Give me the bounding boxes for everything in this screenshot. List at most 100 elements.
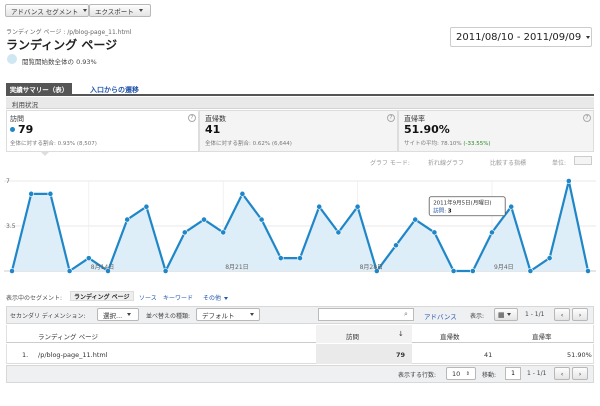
chart-point[interactable] <box>585 268 591 274</box>
rows-per-page-select[interactable]: 10 ⇕ <box>446 367 476 380</box>
chevron-down-icon <box>224 297 229 300</box>
tab-divider <box>6 94 594 96</box>
chart-point[interactable] <box>9 268 15 274</box>
chart-point[interactable] <box>143 203 150 210</box>
grid-view-icon: ▦ <box>498 310 505 319</box>
next-page-button[interactable]: › <box>572 308 588 321</box>
search-icon[interactable]: ⌕ <box>404 310 408 319</box>
table-search-input[interactable] <box>318 308 414 321</box>
chevron-left-icon: ‹ <box>560 369 564 378</box>
sort-default-label: デフォルト <box>202 311 235 320</box>
unit-selector[interactable] <box>574 156 592 165</box>
metric-sub-average: サイトの平均: 78.10% (-33.55%) <box>404 139 491 147</box>
date-range-text: 2011/08/10 - 2011/09/09 <box>456 31 582 43</box>
chevron-down-icon <box>250 313 254 316</box>
chart-point[interactable] <box>47 190 54 197</box>
compare-metric-option[interactable]: 比較する指標 <box>490 158 526 167</box>
sort-arrow-down-icon: ↓ <box>398 330 404 338</box>
chart-point[interactable] <box>565 178 572 184</box>
x-tick-label: 8月14日 <box>91 264 114 271</box>
help-icon[interactable]: ? <box>188 114 196 122</box>
chevron-down-icon <box>586 35 591 39</box>
segment-link-keyword[interactable]: キーワード <box>163 293 193 302</box>
goto-label: 移動: <box>482 372 497 379</box>
row-bounces: 41 <box>484 351 493 359</box>
row-index: 1. <box>22 351 29 359</box>
chart-point[interactable] <box>393 242 399 249</box>
chart-point[interactable] <box>277 255 284 262</box>
chart-point[interactable] <box>220 229 227 236</box>
chevron-down-icon <box>127 313 132 316</box>
chart-point[interactable] <box>354 203 361 210</box>
export-label: エクスポート <box>95 7 134 16</box>
chart-point[interactable] <box>297 255 303 262</box>
chart-point[interactable] <box>469 268 476 274</box>
chart-point[interactable] <box>508 203 515 210</box>
segment-label: 表示中のセグメント: <box>6 295 63 302</box>
prev-page-button[interactable]: ‹ <box>554 308 570 321</box>
footer-next-page-button[interactable]: › <box>572 367 588 380</box>
metric-value: 51.90% <box>404 123 450 136</box>
selected-pointer <box>40 151 50 156</box>
site-average-text: サイトの平均: 78.10% <box>404 141 462 147</box>
segment-active-landing[interactable]: ランディング ページ <box>70 291 134 301</box>
advanced-filter-link[interactable]: アドバンス <box>424 311 457 321</box>
row-landing-page[interactable]: /p/blog-page_11.html <box>38 351 108 359</box>
chart-point[interactable] <box>239 190 246 197</box>
tab-summary[interactable]: 実績サマリー（表） <box>6 83 72 94</box>
tooltip-date: 2011年9月5日(月曜日) <box>433 199 491 207</box>
chart-point[interactable] <box>28 190 35 197</box>
chart-point[interactable] <box>162 268 169 274</box>
column-header-bounce-rate[interactable]: 直帰率 <box>532 331 552 341</box>
breadcrumb: ランディング ページ : /p/blog-page_11.html <box>6 29 132 36</box>
metric-card-bounce-rate[interactable]: 直帰率 51.90% サイトの平均: 78.10% (-33.55%) ? <box>398 110 594 152</box>
sort-type-select[interactable]: デフォルト <box>196 308 260 321</box>
export-button[interactable]: エクスポート <box>89 4 151 17</box>
graph-mode-label: グラフ モード: <box>370 160 410 167</box>
rows-per-page-label: 表示する行数: <box>398 372 437 379</box>
chart-point[interactable] <box>546 255 553 262</box>
chart-point[interactable] <box>431 229 438 236</box>
chart-tooltip: 2011年9月5日(月曜日)訪問: 3 <box>428 196 506 217</box>
column-header-landing-page[interactable]: ランディング ページ <box>38 331 98 341</box>
chevron-right-icon: › <box>578 369 582 378</box>
page-title: ランディング ページ <box>6 38 118 52</box>
chart-point[interactable] <box>258 216 265 223</box>
metric-card-bounces[interactable]: 直帰数 41 全体に対する割合: 0.62% (6,644) ? <box>199 110 398 152</box>
view-mode-button[interactable]: ▦ <box>494 308 518 321</box>
help-icon[interactable]: ? <box>387 114 395 122</box>
rows-value: 10 <box>452 369 461 378</box>
metric-card-visits[interactable]: 訪問 79 全体に対する割合: 0.93% (8,507) ? <box>6 110 199 152</box>
advanced-segments-button[interactable]: アドバンス セグメント <box>5 4 89 17</box>
help-icon[interactable]: ? <box>583 114 591 122</box>
segment-link-other[interactable]: その他 <box>203 293 229 302</box>
chart-point[interactable] <box>201 216 207 223</box>
chart-point[interactable] <box>489 229 495 236</box>
delta-text: (-33.55%) <box>463 141 491 147</box>
line-graph-option[interactable]: 折れ線グラフ <box>428 158 464 167</box>
column-header-visits[interactable]: 訪問 <box>346 331 359 341</box>
chart-point[interactable] <box>316 203 323 210</box>
share-text: 閲覧開始数全体の 0.93% <box>22 58 97 66</box>
chart-point[interactable] <box>124 216 131 223</box>
segment-other-label: その他 <box>203 295 222 302</box>
chart-point[interactable] <box>527 268 534 274</box>
chart-point[interactable] <box>66 268 73 274</box>
date-range-picker[interactable]: 2011/08/10 - 2011/09/09 <box>450 27 592 47</box>
footer-prev-page-button[interactable]: ‹ <box>554 367 570 380</box>
goto-page-input[interactable] <box>505 367 521 380</box>
display-label: 表示: <box>470 313 485 320</box>
chevron-right-icon: › <box>578 310 582 319</box>
chart-point[interactable] <box>450 268 457 274</box>
chart-point[interactable] <box>85 255 92 262</box>
advanced-segments-label: アドバンス セグメント <box>11 7 79 16</box>
chart-point[interactable] <box>412 216 419 223</box>
segment-link-source[interactable]: ソース <box>139 293 157 302</box>
chart-point[interactable] <box>181 229 188 236</box>
metric-value: 41 <box>205 123 221 136</box>
chevron-left-icon: ‹ <box>560 310 564 319</box>
chart-point[interactable] <box>335 229 342 236</box>
x-tick-label: 9月4日 <box>494 264 514 271</box>
secondary-dimension-select[interactable]: 選択... <box>97 308 139 321</box>
column-header-bounces[interactable]: 直帰数 <box>440 331 460 341</box>
